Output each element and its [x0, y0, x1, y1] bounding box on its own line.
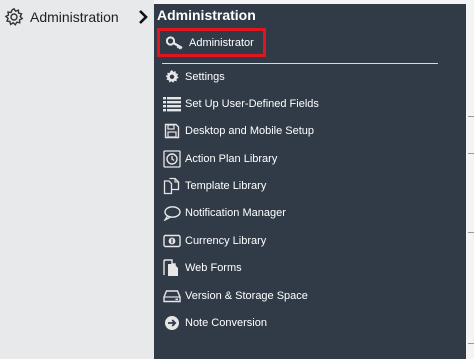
menu-item-label: Set Up User-Defined Fields: [185, 98, 319, 110]
background-divider: [468, 232, 474, 233]
menu-item-notification-manager[interactable]: Notification Manager: [163, 203, 286, 223]
document-icon: [163, 259, 181, 277]
save-icon: [163, 122, 181, 140]
menu-item-label: Version & Storage Space: [185, 290, 308, 302]
menu-item-version-storage[interactable]: Version & Storage Space: [163, 286, 308, 306]
menu-item-settings[interactable]: Settings: [163, 67, 225, 87]
menu-item-label: Settings: [185, 71, 225, 83]
administration-flyout-menu: Administration Administrator Settings Se…: [154, 4, 466, 359]
menu-item-label: Desktop and Mobile Setup: [185, 125, 315, 137]
clock-icon: [163, 150, 181, 168]
menu-divider: [162, 63, 438, 64]
menu-item-currency-library[interactable]: Currency Library: [163, 231, 266, 251]
menu-item-label: Web Forms: [185, 262, 242, 274]
background-content-edge: [466, 0, 474, 359]
administrator-label: Administrator: [189, 36, 254, 49]
background-divider: [468, 343, 474, 344]
drive-icon: [163, 287, 181, 305]
app-sidebar: Administration: [0, 0, 154, 359]
menu-item-user-defined-fields[interactable]: Set Up User-Defined Fields: [163, 94, 319, 114]
background-divider: [468, 116, 474, 117]
key-icon: [166, 35, 184, 50]
sidebar-item-label: Administration: [30, 9, 119, 25]
menu-item-note-conversion[interactable]: Note Conversion: [163, 313, 267, 333]
currency-icon: [163, 232, 181, 250]
chevron-right-icon[interactable]: [137, 9, 149, 25]
menu-item-label: Notification Manager: [185, 207, 286, 219]
gear-icon: [163, 68, 181, 86]
sidebar-item-administration[interactable]: Administration: [4, 6, 119, 28]
administrator-menu-item[interactable]: Administrator: [157, 28, 266, 57]
gear-icon: [4, 7, 24, 27]
copy-icon: [163, 177, 181, 195]
menu-item-label: Template Library: [185, 180, 267, 192]
menu-item-action-plan-library[interactable]: Action Plan Library: [163, 149, 277, 169]
background-divider: [468, 153, 474, 154]
menu-item-label: Currency Library: [185, 235, 267, 247]
speech-bubble-icon: [163, 204, 181, 222]
menu-item-label: Action Plan Library: [185, 153, 278, 165]
list-icon: [163, 95, 181, 113]
menu-title: Administration: [157, 7, 256, 23]
menu-item-desktop-mobile-setup[interactable]: Desktop and Mobile Setup: [163, 121, 314, 141]
menu-item-template-library[interactable]: Template Library: [163, 176, 266, 196]
menu-item-label: Note Conversion: [185, 317, 267, 329]
menu-item-web-forms[interactable]: Web Forms: [163, 258, 242, 278]
arrow-circle-icon: [163, 314, 181, 332]
